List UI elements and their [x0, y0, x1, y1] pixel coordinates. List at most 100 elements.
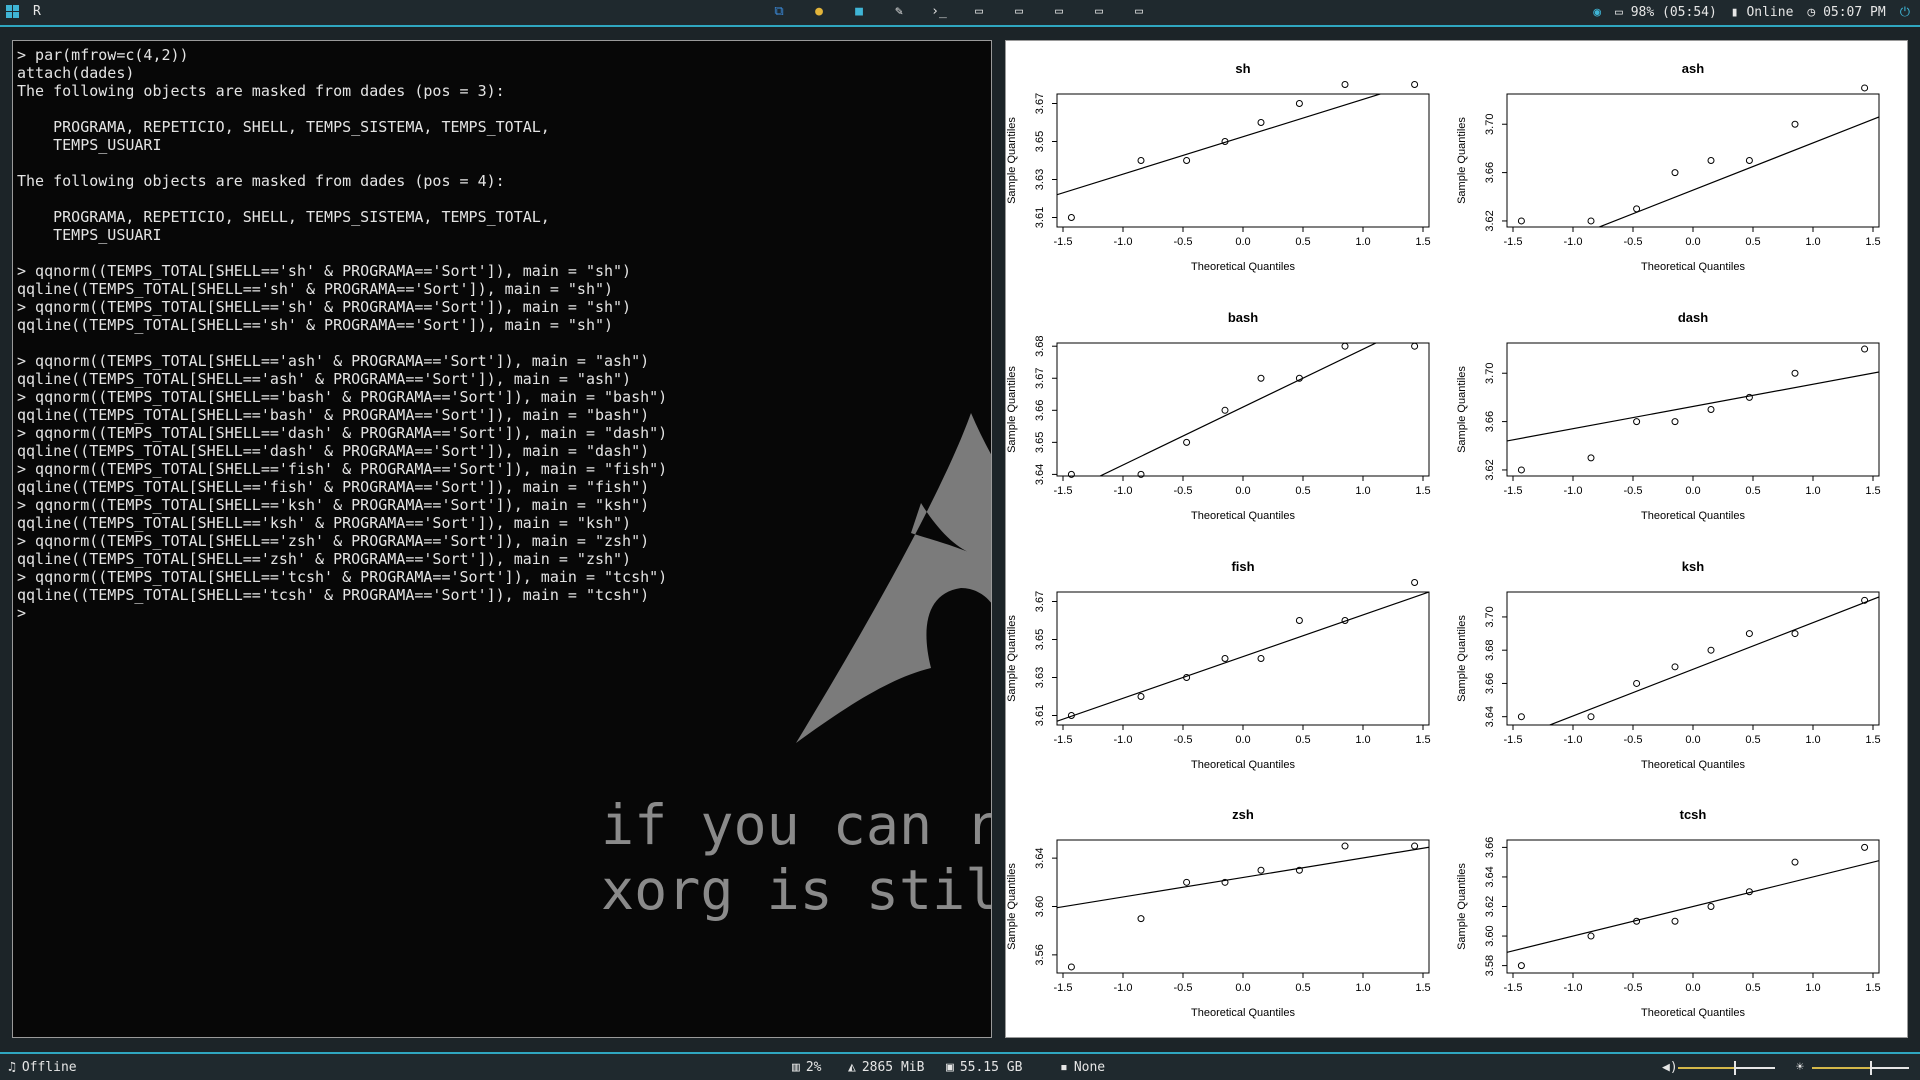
plot-title: fish — [1231, 559, 1254, 574]
plot-frame — [1506, 93, 1880, 228]
data-point — [1257, 866, 1265, 874]
r-plot-window[interactable]: sh -1.5 -1.0 -0.5 0.0 0.5 1.0 1.5 3.61 3.63 3.65 3.… — [1005, 40, 1908, 1038]
data-point — [1183, 157, 1191, 164]
qq-line — [1057, 592, 1429, 722]
x-tick-label: -1.5 — [1504, 236, 1523, 248]
data-point — [1411, 81, 1419, 88]
data-point — [1137, 915, 1145, 923]
volume-slider-knob[interactable] — [1734, 1061, 1736, 1075]
y-tick-label: 3.61 — [1034, 705, 1046, 726]
terminal-line: qqline((TEMPS_TOTAL[SHELL=='sh' & PROGRA… — [17, 316, 614, 334]
monitor-icon[interactable]: ▭ — [970, 4, 988, 20]
battery-icon: ▭ — [1615, 5, 1623, 20]
data-point — [1221, 655, 1229, 662]
x-tick-label: -1.5 — [1504, 734, 1523, 746]
x-tick-label: -0.5 — [1624, 734, 1643, 746]
memory-icon: ◭ — [848, 1060, 856, 1075]
brightness-icon[interactable]: ☀ — [1796, 1060, 1804, 1075]
qq-plot-dash: dash -1.5 -1.0 -0.5 0.0 0.5 1.0 1.5 3.62 3.66 3.70… — [1456, 310, 1881, 522]
data-point — [1707, 157, 1715, 164]
x-axis-label: Theoretical Quantiles — [1191, 261, 1295, 273]
terminal-line: PROGRAMA, REPETICIO, SHELL, TEMPS_SISTEM… — [17, 118, 550, 136]
x-tick-label: -1.0 — [1114, 982, 1133, 994]
y-tick-label: 3.70 — [1484, 363, 1496, 384]
x-tick-label: 1.0 — [1355, 982, 1370, 994]
y-tick-label: 3.65 — [1034, 131, 1046, 152]
data-point — [1861, 843, 1869, 851]
x-tick-label: 1.0 — [1805, 236, 1820, 248]
x-tick-label: 1.5 — [1415, 485, 1430, 497]
data-point — [1633, 679, 1641, 687]
x-tick-label: -0.5 — [1174, 236, 1193, 248]
x-tick-label: 1.5 — [1415, 236, 1430, 248]
data-point — [1587, 713, 1595, 721]
chrome-icon[interactable]: ● — [810, 4, 828, 20]
monitor-icon[interactable]: ▭ — [1130, 4, 1148, 20]
y-tick-label: 3.66 — [1034, 400, 1046, 421]
terminal-icon[interactable]: ›_ — [930, 4, 948, 20]
y-tick-label: 3.67 — [1034, 591, 1046, 612]
x-tick-label: 1.0 — [1805, 485, 1820, 497]
cpu-status: ▥ 2% — [792, 1060, 822, 1075]
qq-plot-grid: sh -1.5 -1.0 -0.5 0.0 0.5 1.0 1.5 3.61 3.63 3.65 3.… — [1006, 61, 1881, 1019]
y-tick-label: 3.66 — [1484, 673, 1496, 694]
volume-icon[interactable]: ◀) — [1662, 1060, 1678, 1075]
monitor-icon[interactable]: ▭ — [1090, 4, 1108, 20]
x-tick-label: 0.0 — [1235, 485, 1250, 497]
data-point — [1707, 903, 1715, 910]
y-tick-label: 3.60 — [1034, 896, 1046, 917]
brightness-slider-knob[interactable] — [1870, 1061, 1872, 1075]
x-tick-label: -1.5 — [1504, 982, 1523, 994]
x-tick-label: 0.5 — [1745, 734, 1760, 746]
x-tick-label: -1.0 — [1564, 485, 1583, 497]
x-tick-label: -1.5 — [1504, 485, 1523, 497]
monitor-icon[interactable]: ▭ — [1010, 4, 1028, 20]
x-tick-label: 1.0 — [1355, 236, 1370, 248]
plot-frame — [1056, 93, 1430, 228]
data-point — [1671, 917, 1679, 925]
data-point — [1791, 120, 1799, 128]
x-tick-label: 1.5 — [1865, 982, 1880, 994]
y-axis-label: Sample Quantiles — [1006, 863, 1018, 950]
power-icon[interactable]: ⏻ — [1900, 5, 1910, 20]
palette-icon[interactable]: ◉ — [1593, 5, 1601, 20]
terminal-line: qqline((TEMPS_TOTAL[SHELL=='zsh' & PROGR… — [17, 550, 632, 568]
terminal-line: > qqnorm((TEMPS_TOTAL[SHELL=='zsh' & PRO… — [17, 532, 650, 550]
y-axis-label: Sample Quantiles — [1006, 615, 1018, 702]
x-tick-label: 0.5 — [1295, 485, 1310, 497]
data-point — [1791, 630, 1799, 638]
x-tick-label: 0.0 — [1235, 734, 1250, 746]
terminal-line: qqline((TEMPS_TOTAL[SHELL=='ash' & PROGR… — [17, 370, 632, 388]
x-axis-label: Theoretical Quantiles — [1641, 261, 1745, 273]
vscode-icon[interactable]: ⧉ — [770, 4, 788, 20]
data-point — [1295, 100, 1303, 107]
data-point — [1067, 963, 1075, 971]
plot-title: zsh — [1232, 807, 1254, 822]
y-tick-label: 3.70 — [1484, 114, 1496, 135]
qq-line — [1098, 343, 1378, 476]
terminal-line: > qqnorm((TEMPS_TOTAL[SHELL=='sh' & PROG… — [17, 298, 632, 316]
x-tick-label: 0.5 — [1295, 982, 1310, 994]
monitor-icon[interactable]: ▭ — [1050, 4, 1068, 20]
data-point — [1137, 157, 1145, 164]
folder-icon[interactable]: ■ — [850, 4, 868, 20]
terminal-output[interactable]: > par(mfrow=c(4,2)) attach(dades) The fo… — [13, 41, 991, 627]
window-title: R — [33, 4, 41, 19]
x-tick-label: 1.0 — [1355, 485, 1370, 497]
r-terminal[interactable]: > par(mfrow=c(4,2)) attach(dades) The fo… — [12, 40, 992, 1038]
data-point — [1671, 663, 1679, 671]
app-grid-icon[interactable] — [6, 5, 19, 18]
x-tick-label: 1.0 — [1355, 734, 1370, 746]
plot-title: dash — [1678, 310, 1708, 325]
qq-plot-ash: ash -1.5 -1.0 -0.5 0.0 0.5 1.0 1.5 3.62 3.66 3.70 T… — [1456, 61, 1881, 273]
x-tick-label: -1.0 — [1114, 236, 1133, 248]
y-tick-label: 3.63 — [1034, 169, 1046, 190]
terminal-line: qqline((TEMPS_TOTAL[SHELL=='tcsh' & PROG… — [17, 586, 650, 604]
x-tick-label: 0.0 — [1235, 236, 1250, 248]
y-tick-label: 3.65 — [1034, 432, 1046, 453]
x-tick-label: -0.5 — [1174, 734, 1193, 746]
x-tick-label: -1.5 — [1054, 236, 1073, 248]
editor-icon[interactable]: ✎ — [890, 4, 908, 20]
music-status[interactable]: ♫ Offline — [8, 1060, 77, 1075]
terminal-line: attach(dades) — [17, 64, 135, 82]
